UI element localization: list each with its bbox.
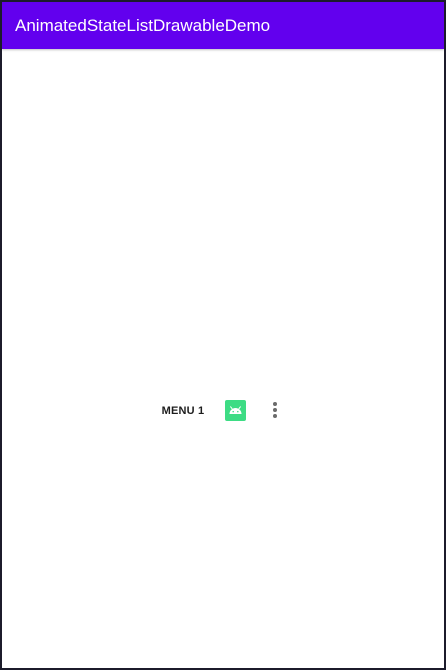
more-vert-icon[interactable]: [265, 400, 283, 422]
android-action-button[interactable]: [225, 400, 246, 421]
overflow-dot: [273, 414, 277, 418]
menu-1-button[interactable]: MENU 1: [152, 399, 214, 423]
app-title: AnimatedStateListDrawableDemo: [15, 16, 271, 35]
content-area: MENU 1: [2, 49, 444, 668]
device-screen: AnimatedStateListDrawableDemo MENU 1: [2, 2, 444, 668]
overflow-dot: [273, 408, 277, 412]
android-icon: [229, 406, 242, 414]
app-bar: AnimatedStateListDrawableDemo: [2, 2, 444, 49]
overflow-dot: [273, 402, 277, 406]
action-toolbar: MENU 1: [152, 392, 292, 430]
